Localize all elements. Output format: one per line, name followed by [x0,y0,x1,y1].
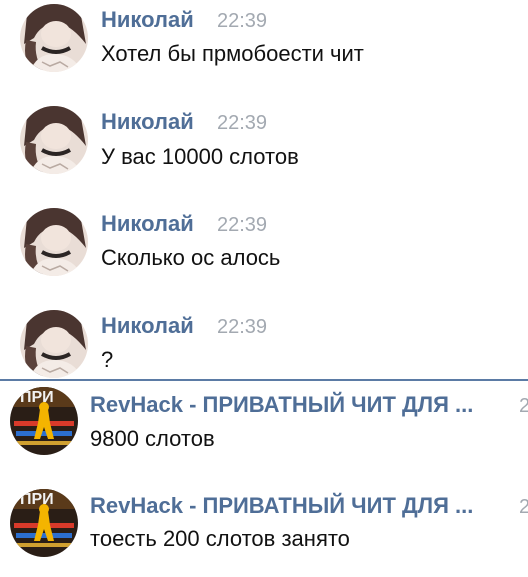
message-text: Сколько ос алось [101,245,281,270]
message-timestamp: 22:39 [217,316,268,338]
message-item[interactable]: ПРИ RevHack - ПРИВАТНЫЙ ЧИТ ДЛЯ ... 2 98… [0,381,528,481]
message-author[interactable]: Николай [101,313,194,339]
community-logo-avatar-icon[interactable]: ПРИ [10,489,78,557]
user-photo-avatar-icon[interactable] [20,106,88,174]
message-item[interactable]: Николай 22:39 У вас 10000 слотов [0,102,528,202]
message-author[interactable]: RevHack - ПРИВАТНЫЙ ЧИТ ДЛЯ ... [90,493,473,519]
message-timestamp: 2 [519,496,528,518]
message-item[interactable]: ПРИ RevHack - ПРИВАТНЫЙ ЧИТ ДЛЯ ... 2 то… [0,483,528,577]
chat-history: Николай 22:39 Хотел бы прмобоести чит Ни… [0,0,528,577]
message-item[interactable]: Николай 22:39 Сколько ос алось [0,204,528,304]
message-timestamp: 22:39 [217,214,268,236]
message-text: тоесть 200 слотов занято [90,526,350,551]
community-logo-avatar-icon[interactable]: ПРИ [10,387,78,455]
user-photo-avatar-icon[interactable] [20,310,88,378]
message-text: 9800 слотов [90,426,215,451]
message-text: Хотел бы прмобоести чит [101,41,364,66]
message-author[interactable]: Николай [101,7,194,33]
message-author[interactable]: Николай [101,109,194,135]
message-timestamp: 22:39 [217,10,268,32]
message-author[interactable]: Николай [101,211,194,237]
user-photo-avatar-icon[interactable] [20,208,88,276]
message-timestamp: 2 [519,395,528,417]
message-author[interactable]: RevHack - ПРИВАТНЫЙ ЧИТ ДЛЯ ... [90,392,473,418]
message-text: ? [101,347,114,372]
message-timestamp: 22:39 [217,112,268,134]
message-text: У вас 10000 слотов [101,144,299,169]
user-photo-avatar-icon[interactable] [20,4,88,72]
message-item[interactable]: Николай 22:39 Хотел бы прмобоести чит [0,0,528,100]
avatar-caption: ПРИ [20,389,54,406]
avatar-caption: ПРИ [20,491,54,508]
